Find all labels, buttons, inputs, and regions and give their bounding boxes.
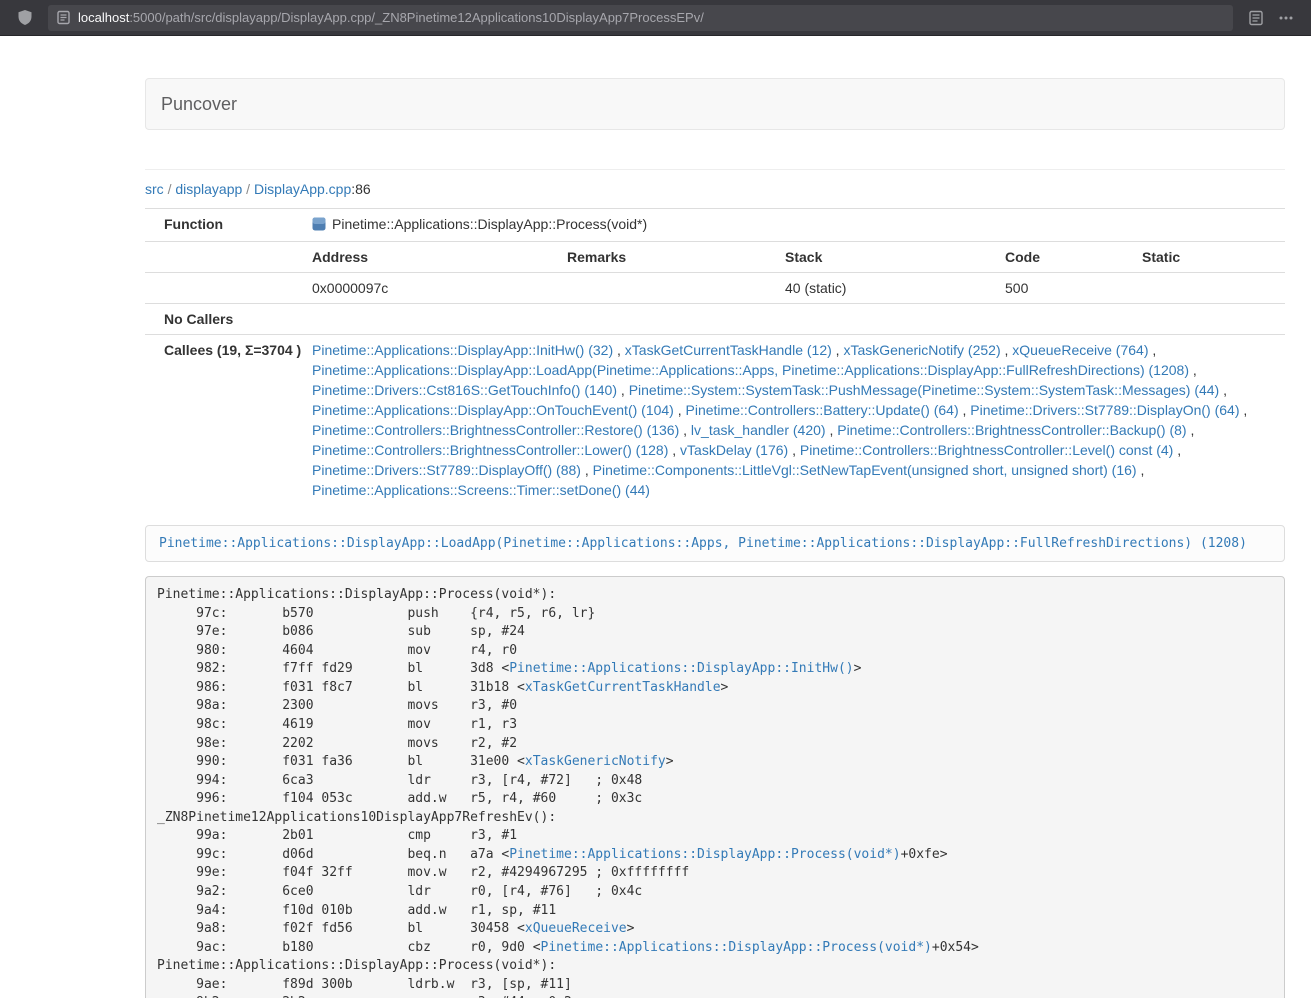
breadcrumb-separator: / — [168, 181, 172, 197]
column-header-remarks: Remarks — [559, 242, 777, 273]
divider — [145, 169, 1285, 170]
address-value: 0x0000097c — [304, 273, 559, 304]
callee-link[interactable]: Pinetime::Drivers::St7789::DisplayOff() … — [312, 462, 581, 478]
callee-link[interactable]: xQueueReceive (764) — [1012, 342, 1148, 358]
callee-link[interactable]: Pinetime::Applications::DisplayApp::Init… — [312, 342, 613, 358]
url-host: localhost — [78, 10, 129, 25]
breadcrumb-separator: / — [246, 181, 250, 197]
callee-link[interactable]: Pinetime::Controllers::BrightnessControl… — [312, 442, 668, 458]
function-signature-cell: Pinetime::Applications::DisplayApp::Proc… — [304, 209, 1285, 242]
callee-link[interactable]: Pinetime::Drivers::Cst816S::GetTouchInfo… — [312, 382, 617, 398]
static-value — [1134, 273, 1285, 304]
breadcrumb-line-number: :86 — [351, 181, 370, 197]
disassembly-symbol-link[interactable]: Pinetime::Applications::DisplayApp::Proc… — [509, 847, 900, 862]
function-symbol-icon — [312, 216, 326, 236]
no-callers-label: No Callers — [145, 304, 304, 335]
page-container: Puncover src / displayapp / DisplayApp.c… — [145, 78, 1285, 998]
brand-link[interactable]: Puncover — [161, 94, 237, 115]
breadcrumb: src / displayapp / DisplayApp.cpp:86 — [145, 180, 1285, 198]
callees-label: Callees (19, Σ=3704 ) — [145, 335, 304, 506]
callee-link[interactable]: xTaskGetCurrentTaskHandle (12) — [625, 342, 832, 358]
url-bar[interactable]: localhost:5000/path/src/displayapp/Displ… — [48, 5, 1233, 31]
callee-link[interactable]: Pinetime::Controllers::Battery::Update()… — [686, 402, 959, 418]
breadcrumb-src-link[interactable]: src — [145, 181, 164, 197]
empty-label-cell — [145, 273, 304, 304]
disassembly: Pinetime::Applications::DisplayApp::Proc… — [145, 576, 1285, 998]
disassembly-symbol-link[interactable]: Pinetime::Applications::DisplayApp::Proc… — [541, 940, 932, 955]
callees-row: Callees (19, Σ=3704 ) Pinetime::Applicat… — [145, 335, 1285, 506]
callee-link[interactable]: vTaskDelay (176) — [680, 442, 788, 458]
no-callers-cell — [304, 304, 1285, 335]
overflow-menu-icon[interactable] — [1271, 5, 1301, 31]
callee-link[interactable]: Pinetime::Controllers::BrightnessControl… — [312, 422, 679, 438]
callee-link[interactable]: Pinetime::Applications::DisplayApp::Load… — [312, 362, 1189, 378]
reader-view-icon[interactable] — [1241, 5, 1271, 31]
disassembly-symbol-link[interactable]: xQueueReceive — [525, 921, 627, 936]
tracking-shield-icon[interactable] — [10, 5, 40, 31]
callee-link[interactable]: Pinetime::System::SystemTask::PushMessag… — [629, 382, 1220, 398]
highlighted-symbol-box: Pinetime::Applications::DisplayApp::Load… — [145, 525, 1285, 562]
code-value: 500 — [997, 273, 1134, 304]
stack-value: 40 (static) — [777, 273, 997, 304]
url-path: :5000/path/src/displayapp/DisplayApp.cpp… — [129, 10, 704, 25]
callee-link[interactable]: Pinetime::Drivers::St7789::DisplayOn() (… — [970, 402, 1239, 418]
no-callers-row: No Callers — [145, 304, 1285, 335]
disassembly-symbol-link[interactable]: xTaskGenericNotify — [525, 754, 666, 769]
metrics-values-row: 0x0000097c 40 (static) 500 — [145, 273, 1285, 304]
remarks-value — [559, 273, 777, 304]
navbar: Puncover — [145, 78, 1285, 130]
browser-toolbar: localhost:5000/path/src/displayapp/Displ… — [0, 0, 1311, 36]
callee-link[interactable]: Pinetime::Controllers::BrightnessControl… — [800, 442, 1173, 458]
function-table: Function Pinetime::Applications::Display… — [145, 208, 1285, 505]
callee-link[interactable]: Pinetime::Applications::DisplayApp::OnTo… — [312, 402, 674, 418]
empty-label-cell — [145, 242, 304, 273]
column-header-address: Address — [304, 242, 559, 273]
function-signature: Pinetime::Applications::DisplayApp::Proc… — [332, 216, 647, 232]
disassembly-symbol-link[interactable]: xTaskGetCurrentTaskHandle — [525, 680, 721, 695]
metrics-header-row: Address Remarks Stack Code Static — [145, 242, 1285, 273]
callee-link[interactable]: Pinetime::Controllers::BrightnessControl… — [837, 422, 1186, 438]
callee-link[interactable]: lv_task_handler (420) — [691, 422, 826, 438]
callee-link[interactable]: xTaskGenericNotify (252) — [843, 342, 1000, 358]
highlighted-symbol-link[interactable]: Pinetime::Applications::DisplayApp::Load… — [159, 536, 1247, 551]
breadcrumb-file-link[interactable]: DisplayApp.cpp — [254, 181, 351, 197]
column-header-static: Static — [1134, 242, 1285, 273]
disassembly-symbol-link[interactable]: Pinetime::Applications::DisplayApp::Init… — [509, 661, 853, 676]
column-header-code: Code — [997, 242, 1134, 273]
column-header-stack: Stack — [777, 242, 997, 273]
callees-list: Pinetime::Applications::DisplayApp::Init… — [304, 335, 1285, 506]
callee-link[interactable]: Pinetime::Components::LittleVgl::SetNewT… — [593, 462, 1137, 478]
function-row: Function Pinetime::Applications::Display… — [145, 209, 1285, 242]
breadcrumb-displayapp-link[interactable]: displayapp — [175, 181, 242, 197]
function-row-label: Function — [145, 209, 304, 242]
page-info-icon — [57, 10, 70, 25]
callee-link[interactable]: Pinetime::Applications::Screens::Timer::… — [312, 482, 650, 498]
